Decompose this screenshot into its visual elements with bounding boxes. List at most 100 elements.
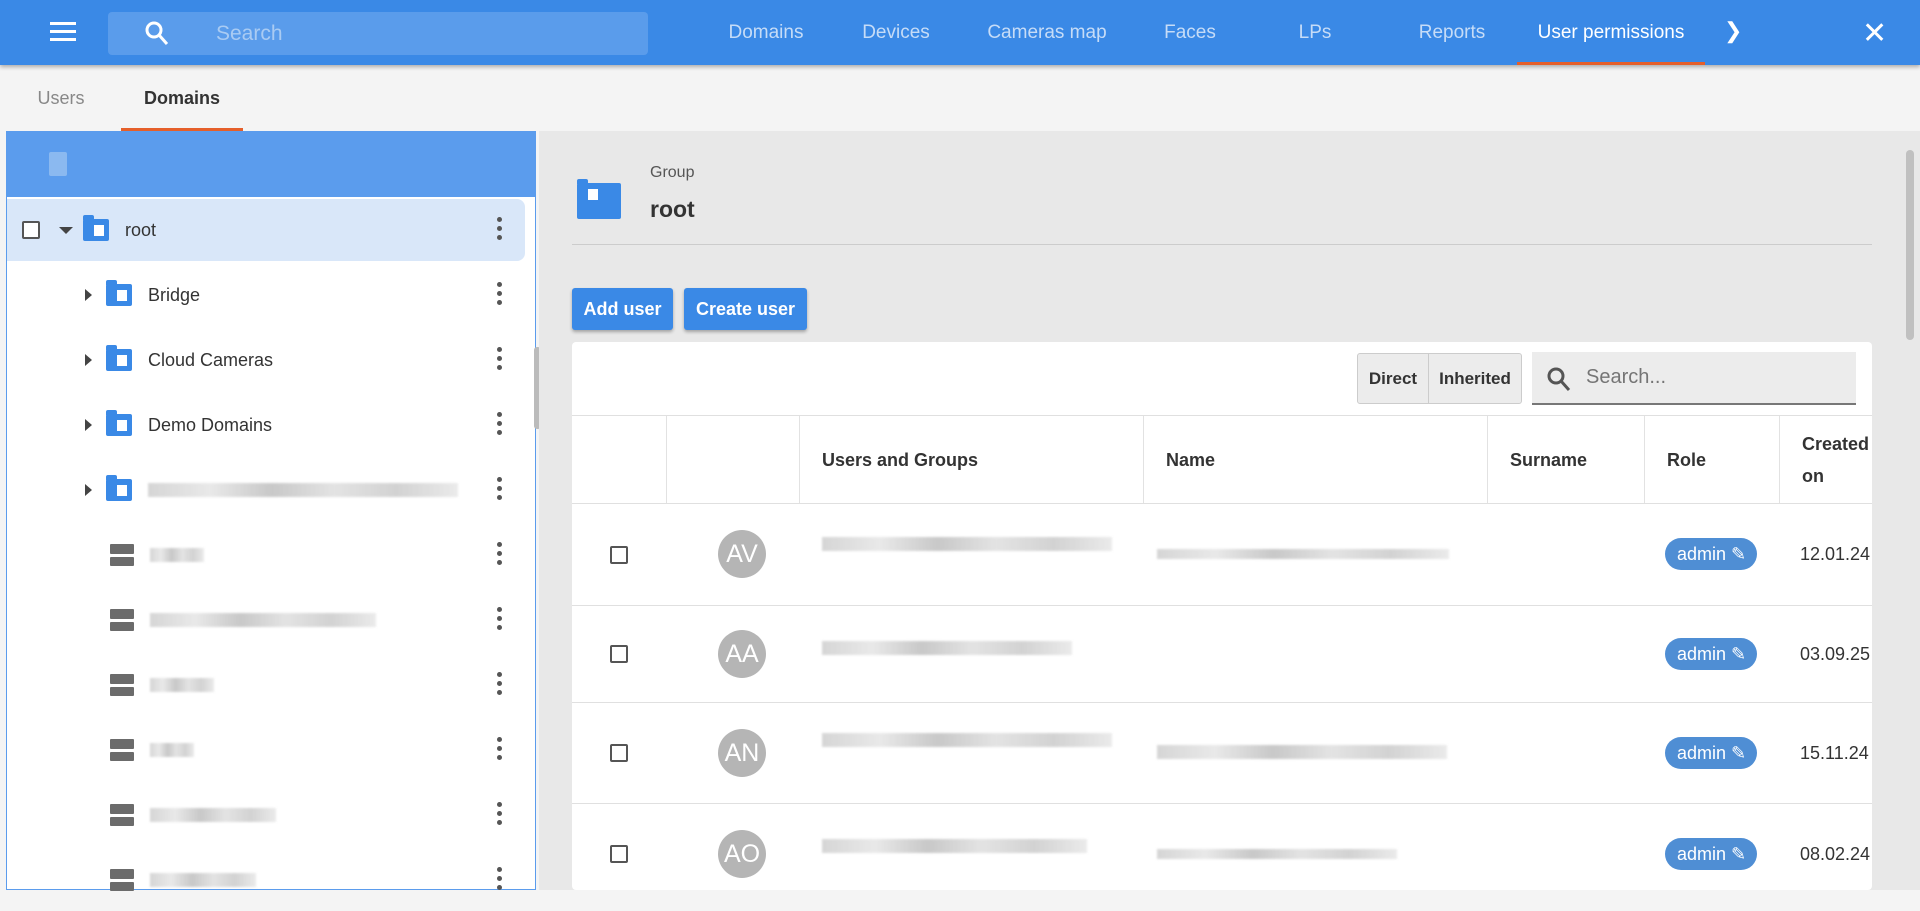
redacted-name	[1157, 549, 1449, 559]
redacted-username	[822, 733, 1112, 747]
close-icon[interactable]: ✕	[1862, 16, 1887, 51]
header-name[interactable]: Name	[1144, 416, 1488, 504]
server-icon	[110, 674, 134, 696]
avatar: AV	[718, 530, 766, 578]
role-chip[interactable]: admin ✎	[1665, 737, 1757, 769]
avatar: AO	[718, 830, 766, 878]
tree-item-root[interactable]: root	[7, 199, 525, 261]
nav-cameras-map[interactable]: Cameras map	[972, 0, 1122, 65]
caret-right-icon[interactable]	[85, 419, 92, 431]
role-chip[interactable]: admin ✎	[1665, 638, 1757, 670]
header-surname[interactable]: Surname	[1488, 416, 1645, 504]
redacted-name	[1157, 849, 1397, 859]
tree-item-redacted[interactable]	[7, 719, 525, 781]
folder-icon	[83, 215, 109, 241]
table-row[interactable]: AN admin ✎ 15.11.24	[572, 702, 1872, 803]
nav-user-permissions[interactable]: User permissions	[1517, 0, 1705, 65]
folder-icon	[106, 280, 132, 306]
caret-down-icon[interactable]	[59, 226, 73, 234]
role-label: admin	[1677, 743, 1727, 763]
create-user-button[interactable]: Create user	[684, 288, 807, 330]
tree-item-redacted[interactable]	[7, 589, 525, 651]
nav-faces[interactable]: Faces	[1150, 0, 1230, 65]
server-icon	[110, 804, 134, 826]
global-search[interactable]	[108, 12, 648, 55]
created-date: 03.09.25	[1800, 644, 1871, 664]
nav-lps[interactable]: LPs	[1280, 0, 1350, 65]
table-row[interactable]: AV admin ✎ 12.01.24	[572, 503, 1872, 605]
header-role[interactable]: Role	[1645, 416, 1780, 504]
direct-toggle[interactable]: Direct	[1358, 354, 1429, 403]
more-vert-icon[interactable]	[497, 802, 503, 825]
hamburger-menu-icon[interactable]	[50, 22, 76, 42]
nav-reports[interactable]: Reports	[1400, 0, 1504, 65]
inherited-toggle[interactable]: Inherited	[1429, 354, 1521, 403]
edit-pencil-icon[interactable]: ✎	[1731, 844, 1746, 864]
redacted-label	[150, 678, 214, 692]
delete-icon[interactable]	[49, 152, 67, 176]
more-vert-icon[interactable]	[497, 607, 503, 630]
edit-pencil-icon[interactable]: ✎	[1731, 743, 1746, 763]
row-checkbox[interactable]	[610, 546, 628, 564]
page-scrollbar[interactable]	[1906, 150, 1914, 340]
redacted-label	[150, 873, 256, 887]
tree-item-redacted[interactable]	[7, 849, 525, 911]
table-row[interactable]: AO admin ✎ 08.02.24	[572, 803, 1872, 890]
add-user-button[interactable]: Add user	[572, 288, 673, 330]
top-app-bar: Domains Devices Cameras map Faces LPs Re…	[0, 0, 1920, 65]
header-created-on[interactable]: Created on	[1780, 416, 1872, 504]
group-caption: Group	[650, 164, 695, 181]
search-icon	[1547, 367, 1571, 391]
redacted-label	[150, 743, 194, 757]
caret-right-icon[interactable]	[85, 289, 92, 301]
tab-domains[interactable]: Domains	[121, 65, 243, 131]
row-checkbox[interactable]	[610, 645, 628, 663]
edit-pencil-icon[interactable]: ✎	[1731, 544, 1746, 564]
more-vert-icon[interactable]	[497, 217, 503, 240]
tree-item[interactable]: Cloud Cameras	[7, 329, 525, 391]
tree-item-redacted[interactable]	[7, 654, 525, 716]
global-search-input[interactable]	[216, 12, 616, 55]
server-icon	[110, 544, 134, 566]
table-row[interactable]: AA admin ✎ 03.09.25	[572, 605, 1872, 702]
created-date: 15.11.24	[1800, 743, 1869, 763]
redacted-username	[822, 839, 1087, 853]
divider	[572, 244, 1872, 245]
table-search-input[interactable]	[1586, 352, 1846, 403]
search-icon	[145, 21, 169, 45]
chevron-right-icon[interactable]: ❯	[1724, 18, 1742, 44]
avatar: AN	[718, 729, 766, 777]
redacted-username	[822, 537, 1112, 551]
row-checkbox[interactable]	[610, 845, 628, 863]
folder-icon	[106, 475, 132, 501]
table-search[interactable]	[1532, 352, 1856, 405]
tab-users[interactable]: Users	[22, 65, 100, 131]
more-vert-icon[interactable]	[497, 672, 503, 695]
tree-item-redacted[interactable]	[7, 459, 525, 521]
tree-toolbar	[7, 132, 535, 197]
tree-item[interactable]: Demo Domains	[7, 394, 525, 456]
more-vert-icon[interactable]	[497, 347, 503, 370]
more-vert-icon[interactable]	[497, 867, 503, 890]
more-vert-icon[interactable]	[497, 737, 503, 760]
more-vert-icon[interactable]	[497, 282, 503, 305]
role-chip[interactable]: admin ✎	[1665, 538, 1757, 570]
caret-right-icon[interactable]	[85, 354, 92, 366]
tree-item[interactable]: Bridge	[7, 264, 525, 326]
caret-right-icon[interactable]	[85, 484, 92, 496]
nav-domains[interactable]: Domains	[716, 0, 816, 65]
redacted-username	[822, 641, 1072, 655]
header-users-groups[interactable]: Users and Groups	[800, 416, 1144, 504]
redacted-name	[1157, 745, 1447, 759]
edit-pencil-icon[interactable]: ✎	[1731, 644, 1746, 664]
tree-item-redacted[interactable]	[7, 784, 525, 846]
nav-devices[interactable]: Devices	[848, 0, 944, 65]
role-chip[interactable]: admin ✎	[1665, 838, 1757, 870]
more-vert-icon[interactable]	[497, 412, 503, 435]
direct-inherited-toggle: Direct Inherited	[1357, 353, 1522, 404]
tree-item-redacted[interactable]	[7, 524, 525, 586]
more-vert-icon[interactable]	[497, 477, 503, 500]
more-vert-icon[interactable]	[497, 542, 503, 565]
row-checkbox[interactable]	[610, 744, 628, 762]
checkbox[interactable]	[22, 221, 40, 239]
